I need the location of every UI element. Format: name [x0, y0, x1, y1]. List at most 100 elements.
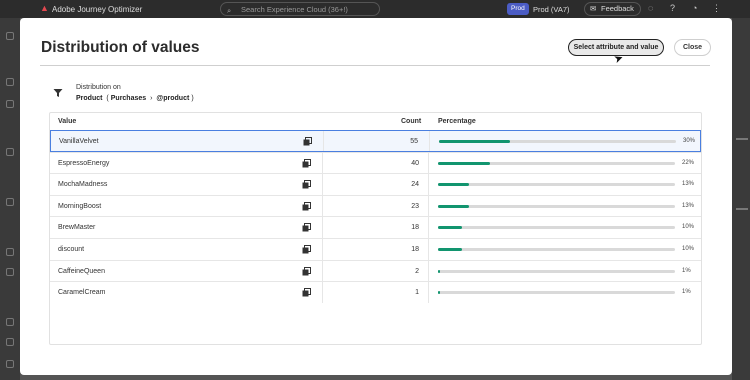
panel-line [736, 208, 748, 210]
nav-icon[interactable] [6, 248, 14, 256]
copy-icon[interactable] [302, 266, 311, 276]
search-placeholder: Search Experience Cloud (36+!) [241, 5, 348, 14]
environment-label[interactable]: Prod (VA7) [533, 5, 570, 14]
path-paren-close: ) [191, 95, 194, 102]
column-divider [322, 152, 323, 174]
percentage-bar [438, 226, 675, 230]
column-divider [428, 152, 429, 174]
copy-icon[interactable] [302, 201, 311, 211]
distribution-dialog: Distribution of values Select attribute … [20, 18, 732, 375]
row-percentage: 13% [682, 181, 695, 188]
row-percentage: 22% [682, 159, 695, 166]
nav-icon[interactable] [6, 198, 14, 206]
copy-icon[interactable] [303, 137, 312, 146]
column-divider [322, 239, 323, 260]
row-percentage: 30% [683, 138, 696, 144]
percentage-bar-fill [438, 291, 441, 295]
table-row[interactable]: MorningBoost 23 13% [50, 194, 701, 217]
feedback-label: Feedback [601, 4, 634, 13]
nav-icon[interactable] [6, 360, 14, 368]
copy-icon[interactable] [302, 288, 311, 297]
adobe-logo-icon: ▲ [40, 3, 49, 13]
percentage-bar-fill [438, 269, 441, 273]
path-mid: Purchases [110, 95, 147, 102]
row-value: CaffeineQueen [58, 267, 105, 275]
row-count: 23 [411, 202, 419, 210]
copy-icon[interactable] [302, 223, 311, 232]
column-divider [322, 195, 323, 217]
column-divider [428, 174, 429, 195]
row-percentage: 1% [682, 267, 691, 274]
close-button[interactable]: Close [674, 39, 711, 56]
row-percentage: 13% [682, 202, 695, 209]
table-row[interactable]: discount 18 10% [50, 238, 701, 260]
right-panel-edge [732, 18, 750, 380]
row-percentage: 10% [682, 224, 695, 231]
search-field[interactable]: ⌕ Search Experience Cloud (36+!) [220, 2, 380, 16]
header-value[interactable]: Value [58, 118, 76, 125]
header-count[interactable]: Count [401, 118, 421, 125]
row-count: 24 [411, 181, 419, 189]
app-name: Adobe Journey Optimizer [52, 5, 143, 14]
percentage-bar [438, 248, 675, 251]
row-percentage: 1% [682, 289, 691, 296]
copy-icon[interactable] [302, 180, 311, 189]
column-divider [322, 282, 323, 303]
row-value: MorningBoost [58, 202, 102, 210]
row-value: BrewMaster [58, 224, 96, 232]
feedback-icon: ✉ [590, 4, 597, 13]
row-value: CaramelCream [58, 289, 106, 297]
column-divider [322, 217, 323, 238]
nav-icon[interactable] [6, 100, 14, 108]
table-row[interactable]: CaramelCream 1 1% [50, 281, 701, 303]
column-divider [428, 260, 429, 282]
table-row[interactable]: MochaMadness 24 13% [50, 173, 701, 195]
percentage-bar-fill [438, 248, 462, 251]
table-header: Value Count Percentage [50, 113, 701, 130]
percentage-bar [439, 140, 676, 143]
percentage-bar [438, 183, 675, 187]
nav-icon[interactable] [6, 268, 14, 276]
row-value: EspressoEnergy [58, 159, 110, 167]
app-header: ▲ Adobe Journey Optimizer ⌕ Search Exper… [0, 0, 750, 18]
panel-line [736, 138, 748, 140]
table-row[interactable]: EspressoEnergy 40 22% [50, 151, 701, 174]
header-divider [40, 65, 710, 66]
chat-icon[interactable]: ◌ [648, 3, 653, 13]
apps-grid-icon[interactable]: ⋮ [712, 3, 721, 14]
table-row[interactable]: BrewMaster 18 10% [50, 216, 701, 238]
row-percentage: 10% [682, 246, 695, 252]
percentage-bar-fill [438, 183, 469, 187]
feedback-button[interactable]: ✉ Feedback [584, 2, 641, 16]
column-divider [322, 260, 323, 282]
notifications-icon[interactable]: ◔ [692, 3, 697, 13]
copy-icon[interactable] [302, 158, 311, 168]
percentage-bar-fill [439, 140, 511, 143]
percentage-bar-fill [438, 204, 469, 208]
home-icon[interactable] [6, 32, 14, 40]
header-percentage[interactable]: Percentage [438, 118, 476, 125]
help-icon[interactable]: ? [670, 3, 675, 13]
nav-icon[interactable] [6, 148, 14, 156]
row-count: 40 [411, 159, 419, 167]
path-separator: › [150, 95, 153, 102]
nav-icon[interactable] [6, 338, 14, 346]
filter-icon [53, 89, 63, 97]
left-nav-rail [0, 18, 20, 380]
row-count: 1 [415, 289, 419, 297]
percentage-bar [438, 269, 675, 273]
nav-icon[interactable] [6, 318, 14, 326]
column-divider [429, 131, 430, 151]
path-leaf: @product [156, 95, 190, 102]
copy-icon[interactable] [302, 245, 311, 254]
nav-icon[interactable] [6, 78, 14, 86]
table-row[interactable]: CaffeineQueen 2 1% [50, 259, 701, 282]
row-count: 2 [415, 267, 419, 275]
dialog-title: Distribution of values [41, 39, 200, 56]
percentage-bar [438, 291, 675, 295]
attribute-path: Product (Purchases › @product) [76, 95, 196, 102]
row-value: discount [58, 246, 85, 253]
row-count: 18 [411, 224, 419, 232]
table-row[interactable]: VanillaVelvet 55 30% [50, 130, 701, 152]
row-value: VanillaVelvet [59, 138, 99, 145]
